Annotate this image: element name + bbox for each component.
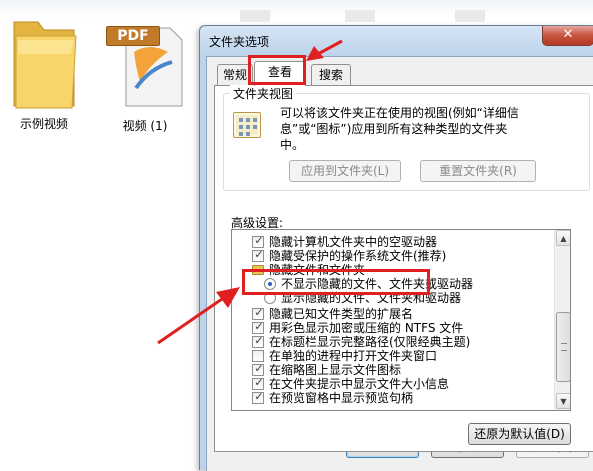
setting-label: 隐藏受保护的操作系统文件(推荐) [269,249,447,263]
advanced-setting-item[interactable]: ✓ 隐藏已知文件类型的扩展名 [232,306,552,321]
explorer-top-strip [0,0,593,20]
checkmark-icon: ✓ [254,234,264,247]
setting-label: 在缩略图上显示文件图标 [269,363,402,377]
setting-label: 在单独的进程中打开文件夹窗口 [269,349,438,363]
scroll-thumb[interactable] [556,312,570,382]
close-icon: ✕ [562,27,574,42]
folder-views-group: 文件夹视图 可以将该文件夹正在使用的视图(例如“详细信 息”或“图标”)应用到所… [223,85,590,191]
setting-label: 用彩色显示加密或压缩的 NTFS 文件 [269,321,464,335]
pdf-badge: PDF [106,26,160,46]
vertical-scrollbar[interactable]: ▲ ▼ [554,230,570,410]
advanced-setting-item[interactable]: ✓ 在预览窗格中显示预览句柄 [232,390,552,405]
advanced-settings-list[interactable]: ✓ 隐藏计算机文件夹中的空驱动器 ✓ 隐藏受保护的操作系统文件(推荐) 隐藏文件和文件夹… [231,229,571,411]
checkmark-icon: ✓ [254,362,264,375]
tab-search[interactable]: 搜索 [311,64,351,85]
advanced-setting-item[interactable]: ✓ 用彩色显示加密或压缩的 NTFS 文件 [232,320,552,335]
setting-label: 隐藏计算机文件夹中的空驱动器 [269,235,438,249]
setting-checkbox[interactable]: ✓ [252,362,264,376]
checkmark-icon: ✓ [254,390,264,403]
setting-checkbox[interactable] [252,350,264,362]
checkmark-icon: ✓ [254,248,264,261]
setting-label: 在标题栏显示完整路径(仅限经典主题) [269,335,471,349]
apply-to-folders-button[interactable]: 应用到文件夹(L) [289,160,401,182]
advanced-setting-item[interactable]: ✓ 隐藏受保护的操作系统文件(推荐) [232,248,552,263]
setting-checkbox[interactable]: ✓ [252,248,264,262]
folder-views-legend: 文件夹视图 [230,85,297,102]
restore-defaults-button[interactable]: 还原为默认值(D) [468,423,571,445]
setting-checkbox[interactable]: ✓ [252,234,264,248]
folder-icon [13,21,77,109]
setting-label: 隐藏已知文件类型的扩展名 [269,307,414,321]
folder-view-icon [233,112,261,138]
checkmark-icon: ✓ [254,306,264,319]
folder-options-dialog: 文件夹选项 ✕ 常规 查看 搜索 文件夹视图 可以将该文件夹正在使用的视图(例如… [199,25,593,471]
description-line: 息”或“图标”)应用到所有这种类型的文件夹 [280,122,508,136]
dialog-titlebar[interactable]: 文件夹选项 ✕ [200,26,593,56]
dialog-client: 常规 查看 搜索 文件夹视图 可以将该文件夹正在使用的视图(例如“详细信 息”或… [206,56,593,471]
scroll-down-button[interactable]: ▼ [556,393,570,409]
setting-checkbox[interactable]: ✓ [252,334,264,348]
advanced-setting-item[interactable]: ✓ 在文件夹提示中显示文件大小信息 [232,376,552,391]
setting-label: 在文件夹提示中显示文件大小信息 [269,377,450,391]
advanced-setting-item[interactable]: ✓ 在标题栏显示完整路径(仅限经典主题) [232,334,552,349]
advanced-setting-item[interactable]: ✓ 在缩略图上显示文件图标 [232,362,552,377]
file-item-pdf[interactable]: PDF 视频 (1) [100,22,190,134]
checkmark-icon: ✓ [254,320,264,333]
close-button[interactable]: ✕ [542,26,593,46]
file-label: 示例视频 [19,117,68,131]
setting-checkbox[interactable]: ✓ [252,306,264,320]
dialog-title: 文件夹选项 [209,35,270,49]
setting-checkbox[interactable]: ✓ [252,376,264,390]
checkmark-icon: ✓ [254,334,264,347]
description-line: 中。 [280,138,305,152]
checkmark-icon: ✓ [254,376,264,389]
highlight-box-view-tab [248,55,306,85]
ghost-item [240,10,270,22]
file-label: 视频 (1) [122,119,168,133]
description-line: 可以将该文件夹正在使用的视图(例如“详细信 [280,106,519,120]
reset-folders-button[interactable]: 重置文件夹(R) [420,160,536,182]
file-item-folder[interactable]: 示例视频 [4,14,84,134]
setting-checkbox[interactable]: ✓ [252,320,264,334]
scroll-up-button[interactable]: ▲ [556,230,570,246]
ghost-item [345,10,375,22]
highlight-box-hide-extensions [242,269,430,295]
advanced-setting-item[interactable]: 在单独的进程中打开文件夹窗口 [232,349,552,363]
setting-checkbox[interactable]: ✓ [252,390,264,404]
setting-label: 在预览窗格中显示预览句柄 [269,391,414,405]
advanced-setting-item[interactable]: ✓ 隐藏计算机文件夹中的空驱动器 [232,234,552,249]
ghost-item [455,10,485,22]
folder-views-description: 可以将该文件夹正在使用的视图(例如“详细信 息”或“图标”)应用到所有这种类型的… [280,105,582,153]
